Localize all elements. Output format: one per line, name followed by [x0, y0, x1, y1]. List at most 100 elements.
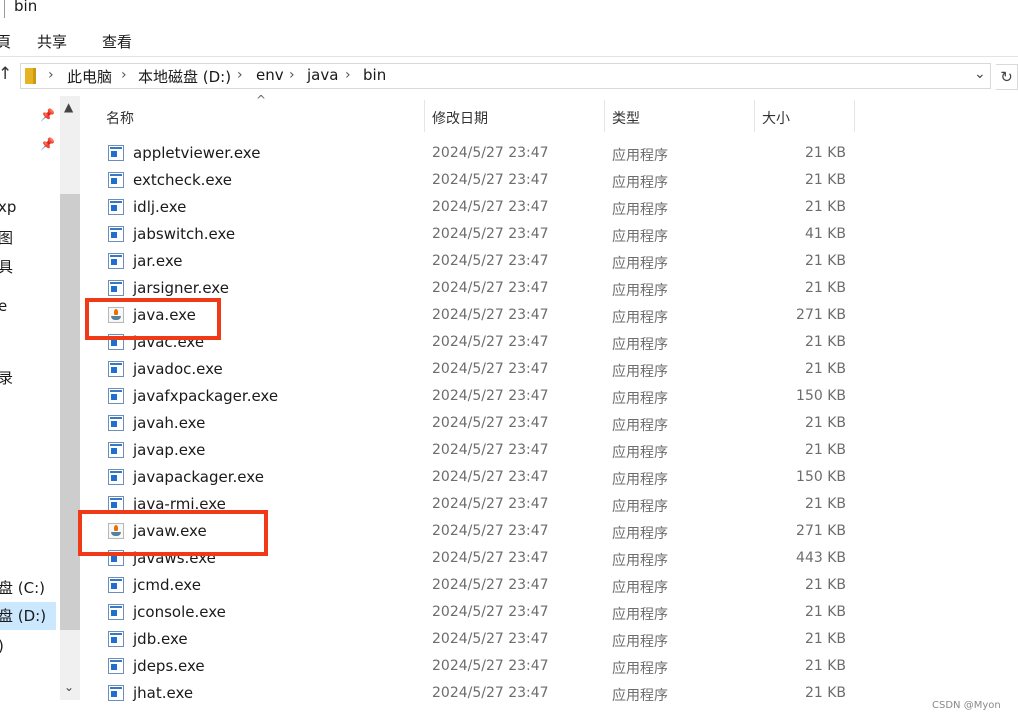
file-row[interactable]: jar.exe 2024/5/27 23:47 应用程序 21 KB [100, 249, 860, 276]
file-date: 2024/5/27 23:47 [432, 172, 549, 188]
file-size: 21 KB [804, 658, 846, 674]
exe-icon [108, 253, 124, 269]
nav-item[interactable]: ) [0, 637, 4, 655]
nav-item[interactable]: xp [0, 198, 16, 216]
exe-icon [108, 415, 124, 431]
ribbon-tab-partial[interactable]: 頁 [0, 31, 11, 52]
exe-icon [108, 172, 124, 188]
file-date: 2024/5/27 23:47 [432, 496, 549, 512]
exe-icon [108, 361, 124, 377]
file-row[interactable]: extcheck.exe 2024/5/27 23:47 应用程序 21 KB [100, 168, 860, 195]
column-header-size[interactable]: 大小 [762, 108, 790, 128]
file-name: javapackager.exe [133, 468, 264, 486]
file-row[interactable]: jabswitch.exe 2024/5/27 23:47 应用程序 41 KB [100, 222, 860, 249]
file-type: 应用程序 [612, 148, 668, 164]
nav-item[interactable]: e [0, 297, 7, 315]
scroll-up-icon[interactable]: ▲ [64, 100, 73, 114]
chevron-right-icon[interactable]: › [289, 67, 295, 83]
file-row[interactable]: appletviewer.exe 2024/5/27 23:47 应用程序 21 KB [100, 141, 860, 168]
file-name: idlj.exe [133, 198, 187, 216]
file-type: 应用程序 [612, 526, 668, 542]
file-name: extcheck.exe [133, 171, 233, 189]
exe-icon [108, 658, 124, 674]
nav-item[interactable]: 图 [0, 227, 13, 248]
file-date: 2024/5/27 23:47 [432, 145, 549, 161]
exe-icon [108, 442, 124, 458]
file-name: jabswitch.exe [133, 225, 236, 243]
file-size: 21 KB [804, 334, 846, 350]
file-date: 2024/5/27 23:47 [432, 442, 549, 458]
file-name: jdb.exe [133, 630, 188, 648]
file-type: 应用程序 [612, 661, 668, 677]
file-name: javah.exe [133, 414, 206, 432]
exe-icon [108, 280, 124, 296]
nav-item[interactable]: 具 [0, 256, 13, 277]
pin-icon[interactable]: 📌 [40, 108, 55, 122]
file-row[interactable]: idlj.exe 2024/5/27 23:47 应用程序 21 KB [100, 195, 860, 222]
file-date: 2024/5/27 23:47 [432, 685, 549, 701]
nav-scrollbar-thumb[interactable] [60, 194, 80, 630]
nav-item-drive-c[interactable]: 盘 (C:) [0, 577, 45, 598]
file-row[interactable]: jdeps.exe 2024/5/27 23:47 应用程序 21 KB [100, 654, 860, 681]
file-size: 21 KB [804, 280, 846, 296]
file-type: 应用程序 [612, 337, 668, 353]
highlight-box-javaw [78, 510, 268, 556]
chevron-down-icon[interactable]: ⌄ [974, 66, 986, 82]
file-row[interactable]: javah.exe 2024/5/27 23:47 应用程序 21 KB [100, 411, 860, 438]
pin-icon[interactable]: 📌 [40, 137, 55, 151]
file-row[interactable]: jconsole.exe 2024/5/27 23:47 应用程序 21 KB [100, 600, 860, 627]
file-type: 应用程序 [612, 364, 668, 380]
column-divider[interactable] [424, 100, 425, 132]
file-row[interactable]: javapackager.exe 2024/5/27 23:47 应用程序 150 K… [100, 465, 860, 492]
breadcrumb-java[interactable]: java [307, 66, 338, 84]
file-row[interactable]: jcmd.exe 2024/5/27 23:47 应用程序 21 KB [100, 573, 860, 600]
watermark: CSDN @Myon⁠ [932, 700, 1001, 711]
file-type: 应用程序 [612, 175, 668, 191]
tab-view[interactable]: 查看 [102, 31, 132, 52]
exe-icon [108, 388, 124, 404]
file-type: 应用程序 [612, 229, 668, 245]
sort-ascending-icon: ^ [256, 93, 267, 107]
column-header-type[interactable]: 类型 [612, 108, 640, 128]
column-divider[interactable] [604, 100, 605, 132]
file-size: 21 KB [804, 631, 846, 647]
file-row[interactable]: javafxpackager.exe 2024/5/27 23:47 应用程序 150… [100, 384, 860, 411]
file-size: 150 KB [796, 388, 846, 404]
breadcrumb-drive-d[interactable]: 本地磁盘 (D:) [138, 66, 231, 87]
file-row[interactable]: jhat.exe 2024/5/27 23:47 应用程序 21 KB [100, 681, 860, 701]
chevron-right-icon[interactable]: › [48, 67, 54, 83]
file-size: 21 KB [804, 145, 846, 161]
breadcrumb-env[interactable]: env [256, 66, 284, 84]
file-row[interactable]: javap.exe 2024/5/27 23:47 应用程序 21 KB [100, 438, 860, 465]
file-name: javafxpackager.exe [133, 387, 279, 405]
chevron-right-icon[interactable]: › [237, 67, 243, 83]
breadcrumb-bin[interactable]: bin [363, 66, 386, 84]
file-date: 2024/5/27 23:47 [432, 577, 549, 593]
file-row[interactable]: jdb.exe 2024/5/27 23:47 应用程序 21 KB [100, 627, 860, 654]
up-arrow-icon[interactable]: ↑ [0, 64, 12, 84]
file-row[interactable]: javadoc.exe 2024/5/27 23:47 应用程序 21 KB [100, 357, 860, 384]
file-size: 21 KB [804, 685, 846, 701]
file-size: 21 KB [804, 199, 846, 215]
file-type: 应用程序 [612, 499, 668, 515]
file-date: 2024/5/27 23:47 [432, 469, 549, 485]
tab-share[interactable]: 共享 [37, 31, 67, 52]
scroll-down-icon[interactable]: ⌄ [64, 680, 74, 694]
column-header-name[interactable]: 名称 [106, 108, 134, 128]
file-name: jcmd.exe [133, 576, 201, 594]
file-date: 2024/5/27 23:47 [432, 334, 549, 350]
breadcrumb-this-pc[interactable]: 此电脑 [67, 66, 112, 87]
file-type: 应用程序 [612, 391, 668, 407]
chevron-right-icon[interactable]: › [345, 67, 351, 83]
file-type: 应用程序 [612, 310, 668, 326]
file-list: appletviewer.exe 2024/5/27 23:47 应用程序 21 KB… [100, 141, 860, 701]
column-divider[interactable] [754, 100, 755, 132]
nav-item-drive-d[interactable]: 盘 (D:) [0, 602, 56, 630]
chevron-right-icon[interactable]: › [121, 67, 127, 83]
column-header-date[interactable]: 修改日期 [432, 108, 488, 128]
file-date: 2024/5/27 23:47 [432, 658, 549, 674]
file-size: 150 KB [796, 469, 846, 485]
nav-item[interactable]: 录 [0, 367, 13, 388]
refresh-icon[interactable]: ↻ [996, 64, 1018, 90]
column-divider[interactable] [854, 100, 855, 132]
